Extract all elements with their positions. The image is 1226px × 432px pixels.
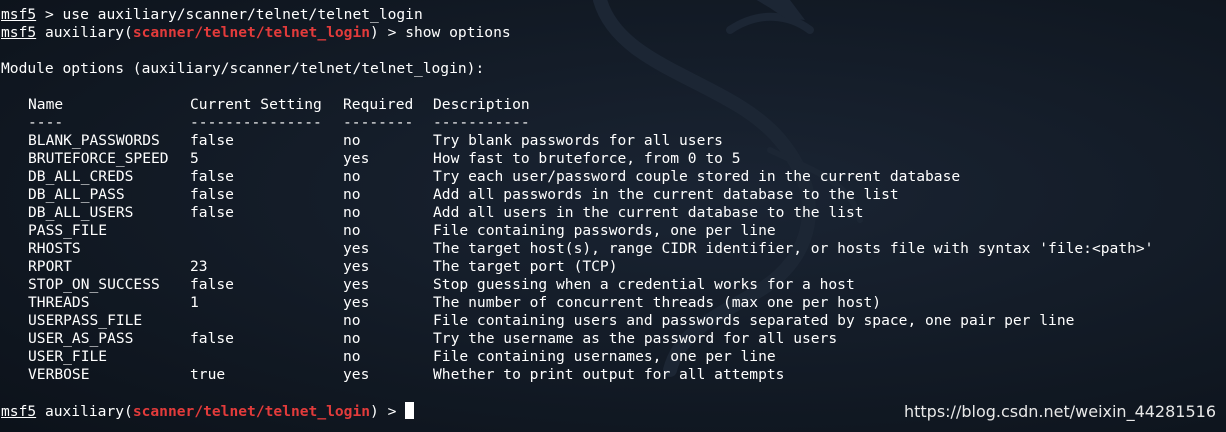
option-name: USER_AS_PASS (28, 330, 134, 347)
option-description: Try the username as the password for all… (433, 330, 838, 347)
table-row: STOP_ON_SUCCESS false yes Stop guessing whe… (0, 276, 1226, 294)
option-current-setting: false (190, 276, 234, 293)
option-current-setting: false (190, 168, 234, 185)
option-required: no (343, 168, 361, 185)
option-name: STOP_ON_SUCCESS (28, 276, 160, 293)
table-row: BRUTEFORCE_SPEED 5 yes How fast to brutefor… (0, 150, 1226, 168)
table-row: RPORT 23 yes The target port (TCP) (0, 258, 1226, 276)
column-header-required: Required (343, 96, 414, 113)
option-current-setting: false (190, 204, 234, 221)
option-current-setting: 1 (190, 294, 199, 311)
option-name: DB_ALL_CREDS (28, 168, 134, 185)
watermark: https://blog.csdn.net/weixin_44281516 (903, 402, 1216, 421)
option-description: File containing passwords, one per line (433, 222, 776, 239)
table-row: VERBOSE true yes Whether to print output fo… (0, 366, 1226, 384)
option-name: DB_ALL_USERS (28, 204, 134, 221)
option-name: PASS_FILE (28, 222, 108, 239)
option-name: THREADS (28, 294, 90, 311)
table-row: USER_FILE no File containing usernames, on… (0, 348, 1226, 366)
option-current-setting: true (190, 366, 226, 383)
module-prefix: auxiliary( (36, 24, 133, 41)
option-description: How fast to bruteforce, from 0 to 5 (433, 150, 741, 167)
option-name: DB_ALL_PASS (28, 186, 125, 203)
module-suffix: ) > (370, 403, 406, 420)
option-required: yes (343, 240, 370, 257)
option-required: yes (343, 276, 370, 293)
option-current-setting: 5 (190, 150, 199, 167)
module-name: scanner/telnet/telnet_login (132, 403, 371, 420)
option-required: no (343, 186, 361, 203)
option-required: yes (343, 258, 370, 275)
column-header-current-setting: Current Setting (190, 96, 322, 113)
module-name: scanner/telnet/telnet_login (132, 24, 371, 41)
option-name: USERPASS_FILE (28, 312, 143, 329)
module-suffix: ) > (370, 24, 406, 41)
table-row: DB_ALL_CREDS false no Try each user/passwor… (0, 168, 1226, 186)
module-options-header: Module options (auxiliary/scanner/telnet… (1, 60, 485, 77)
terminal-line-2: msf5 auxiliary(scanner/telnet/telnet_log… (1, 24, 511, 42)
option-description: Add all passwords in the current databas… (433, 186, 899, 203)
option-name: RHOSTS (28, 240, 81, 257)
option-description: Try blank passwords for all users (433, 132, 723, 149)
option-description: The target port (TCP) (433, 258, 618, 275)
use-command: > use auxiliary/scanner/telnet/telnet_lo… (36, 6, 423, 23)
table-row: DB_ALL_PASS false no Add all passwords in t… (0, 186, 1226, 204)
option-required: yes (343, 366, 370, 383)
option-current-setting: false (190, 330, 234, 347)
module-prefix: auxiliary( (36, 403, 133, 420)
option-required: no (343, 132, 361, 149)
column-header-name: Name (28, 96, 64, 113)
show-options-command: show options (405, 24, 511, 41)
option-name: BLANK_PASSWORDS (28, 132, 160, 149)
option-description: Add all users in the current database to… (433, 204, 864, 221)
option-name: BRUTEFORCE_SPEED (28, 150, 169, 167)
option-required: no (343, 204, 361, 221)
text-cursor (405, 402, 415, 419)
table-header-row: Name Current Setting Required Descriptio… (0, 96, 1226, 114)
option-current-setting: false (190, 132, 234, 149)
msf-prompt: msf5 (1, 6, 37, 23)
terminal-window[interactable]: msf5 > use auxiliary/scanner/telnet/teln… (0, 0, 1226, 432)
option-current-setting: 23 (190, 258, 208, 275)
option-description: File containing usernames, one per line (433, 348, 776, 365)
table-row: THREADS 1 yes The number of concurrent thre… (0, 294, 1226, 312)
terminal-line-prompt[interactable]: msf5 auxiliary(scanner/telnet/telnet_log… (1, 402, 415, 420)
separator: ----------- (433, 114, 530, 131)
column-header-description: Description (433, 96, 530, 113)
option-required: no (343, 312, 361, 329)
option-name: VERBOSE (28, 366, 90, 383)
option-description: Try each user/password couple stored in … (433, 168, 961, 185)
table-row: DB_ALL_USERS false no Add all users in the … (0, 204, 1226, 222)
table-row: PASS_FILE no File containing passwords, on… (0, 222, 1226, 240)
option-description: The target host(s), range CIDR identifie… (433, 240, 1154, 257)
option-required: no (343, 330, 361, 347)
separator: --------------- (190, 114, 322, 131)
option-description: Stop guessing when a credential works fo… (433, 276, 855, 293)
table-row: USER_AS_PASS false no Try the username as t… (0, 330, 1226, 348)
option-description: Whether to print output for all attempts (433, 366, 785, 383)
option-current-setting: false (190, 186, 234, 203)
option-required: yes (343, 294, 370, 311)
option-required: no (343, 222, 361, 239)
table-row: BLANK_PASSWORDS false no Try blank password… (0, 132, 1226, 150)
option-description: The number of concurrent threads (max on… (433, 294, 882, 311)
msf-prompt: msf5 (1, 24, 37, 41)
option-description: File containing users and passwords sepa… (433, 312, 1075, 329)
terminal-line-1: msf5 > use auxiliary/scanner/telnet/teln… (1, 6, 423, 24)
separator: -------- (343, 114, 414, 131)
option-required: yes (343, 150, 370, 167)
option-required: no (343, 348, 361, 365)
separator: ---- (28, 114, 64, 131)
msf-prompt: msf5 (1, 403, 37, 420)
table-row: RHOSTS yes The target host(s), range CIDR … (0, 240, 1226, 258)
option-name: USER_FILE (28, 348, 108, 365)
table-row: USERPASS_FILE no File containing users and… (0, 312, 1226, 330)
option-name: RPORT (28, 258, 72, 275)
table-separator-row: ---- --------------- -------- ----------… (0, 114, 1226, 132)
